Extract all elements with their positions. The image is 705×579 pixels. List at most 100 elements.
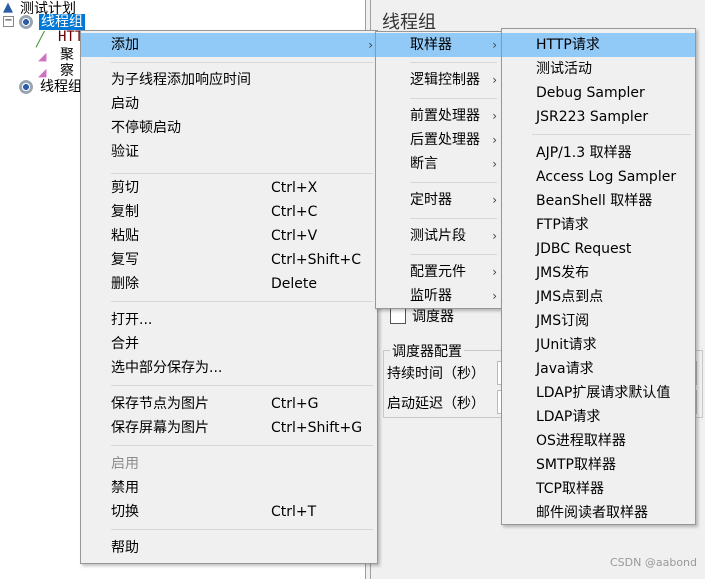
menu-item[interactable]: 剪切 Ctrl+X [81,176,377,200]
menu-item-label: 监听器 [410,288,452,304]
menu-item-label: 保存节点为图片 [111,396,209,412]
menu-item[interactable]: 断言 › [376,152,501,176]
menu-separator [410,182,497,183]
menu-item[interactable]: 验证 [81,140,377,164]
shortcut-label: Ctrl+G [271,396,319,412]
menu-item-label: 剪切 [111,180,139,196]
menu-item[interactable]: JMS订阅 [502,309,695,333]
menu-item[interactable]: 不停顿启动 [81,116,377,140]
menu-item[interactable]: 测试活动 [502,57,695,81]
chevron-right-icon: › [492,289,497,303]
menu-item[interactable]: 选中部分保存为... [81,356,377,380]
menu-item[interactable]: JMS点到点 [502,285,695,309]
menu-item[interactable]: Java请求 [502,357,695,381]
menu-item-label: Access Log Sampler [536,169,677,185]
menu-item[interactable]: 为子线程添加响应时间 [81,68,377,92]
menu-item[interactable]: Debug Sampler [502,81,695,105]
menu-item-label: FTP请求 [536,217,589,233]
menu-item-label: BeanShell 取样器 [536,193,653,209]
chevron-right-icon: › [492,38,497,52]
menu-item[interactable]: 配置元件 › [376,260,501,284]
menu-item[interactable]: 后置处理器 › [376,128,501,152]
gear-icon [19,15,33,29]
gear-icon [19,80,33,94]
menu-item-label: 测试片段 [410,228,466,244]
menu-item[interactable]: BeanShell 取样器 [502,189,695,213]
chevron-right-icon: › [492,133,497,147]
menu-item[interactable]: 禁用 [81,476,377,500]
shortcut-label: Ctrl+V [271,228,318,244]
menu-separator [410,218,497,219]
menu-item-label: Debug Sampler [536,85,645,101]
menu-separator [410,98,497,99]
menu-item[interactable]: 取样器 › [376,33,501,57]
menu-item[interactable]: LDAP请求 [502,405,695,429]
menu-item[interactable]: 复写 Ctrl+Shift+C [81,248,377,272]
menu-item[interactable]: 定时器 › [376,188,501,212]
menu-item[interactable]: 添加 › [81,33,377,57]
chevron-right-icon: › [492,229,497,243]
menu-separator [410,254,497,255]
menu-item[interactable]: 启动 [81,92,377,116]
menu-item[interactable]: 合并 [81,332,377,356]
menu-item[interactable]: JUnit请求 [502,333,695,357]
menu-item-label: SMTP取样器 [536,457,616,473]
menu-item[interactable]: 测试片段 › [376,224,501,248]
menu-item[interactable]: 启用 [81,452,377,476]
add-submenu: 取样器 › 逻辑控制器 › 前置处理器 › 后置处理器 › 断言 › 定时器 › 测试片段 › 配置元件 › 监… [375,31,502,309]
pipette-icon: ╱ [36,32,45,48]
menu-item[interactable]: 监听器 › [376,284,501,308]
watermark: CSDN @aabond [610,556,698,569]
menu-item[interactable]: HTTP请求 [502,33,695,57]
menu-item[interactable]: 切换 Ctrl+T [81,500,377,524]
menu-item[interactable]: SMTP取样器 [502,453,695,477]
menu-item-label: JDBC Request [536,241,632,257]
menu-item[interactable]: 打开... [81,308,377,332]
chart-icon: ◢ [38,50,47,63]
scheduler-checkbox[interactable] [390,308,406,324]
chevron-right-icon: › [492,109,497,123]
menu-separator [532,134,691,135]
menu-item-label: 复写 [111,252,139,268]
menu-item[interactable]: JSR223 Sampler [502,105,695,129]
menu-item[interactable]: 逻辑控制器 › [376,68,501,92]
duration-label: 持续时间（秒） [387,366,485,382]
menu-item-label: 删除 [111,276,139,292]
menu-item[interactable]: 保存节点为图片 Ctrl+G [81,392,377,416]
menu-item[interactable]: 前置处理器 › [376,104,501,128]
menu-item-label: 定时器 [410,192,452,208]
menu-separator [111,529,373,530]
menu-item[interactable]: 帮助 [81,536,377,560]
menu-item-label: 复制 [111,204,139,220]
menu-item[interactable]: LDAP扩展请求默认值 [502,381,695,405]
menu-item[interactable]: AJP/1.3 取样器 [502,141,695,165]
menu-item[interactable]: JMS发布 [502,261,695,285]
tree-item-thread-group-2[interactable]: 线程组 [40,76,82,96]
shortcut-label: Ctrl+T [271,504,317,520]
menu-item[interactable]: 删除 Delete [81,272,377,296]
collapse-toggle[interactable]: − [3,16,14,27]
menu-item[interactable]: TCP取样器 [502,477,695,501]
flask-icon: ▲ [3,0,13,15]
scheduler-label: 调度器 [412,309,454,325]
menu-item-label: JMS订阅 [536,313,590,329]
delay-label: 启动延迟（秒） [387,396,485,412]
menu-item[interactable]: 保存屏幕为图片 Ctrl+Shift+G [81,416,377,440]
sampler-submenu: HTTP请求 测试活动 Debug Sampler JSR223 Sampler AJP… [501,28,696,525]
menu-item[interactable]: JDBC Request [502,237,695,261]
menu-item[interactable]: 粘贴 Ctrl+V [81,224,377,248]
menu-item-label: 禁用 [111,480,139,496]
menu-item-label: 帮助 [111,540,139,556]
shortcut-label: Delete [271,276,317,292]
tree-item-thread-group[interactable]: 线程组 [39,14,85,30]
menu-item-label: 取样器 [410,37,452,53]
menu-item-label: Java请求 [536,361,594,377]
menu-item[interactable]: 复制 Ctrl+C [81,200,377,224]
menu-item[interactable]: OS进程取样器 [502,429,695,453]
menu-item[interactable]: Access Log Sampler [502,165,695,189]
menu-item-label: AJP/1.3 取样器 [536,145,632,161]
menu-item-label: 为子线程添加响应时间 [111,72,251,88]
menu-item[interactable]: FTP请求 [502,213,695,237]
menu-item-label: JMS点到点 [536,289,604,305]
menu-item[interactable]: 邮件阅读者取样器 [502,501,695,525]
